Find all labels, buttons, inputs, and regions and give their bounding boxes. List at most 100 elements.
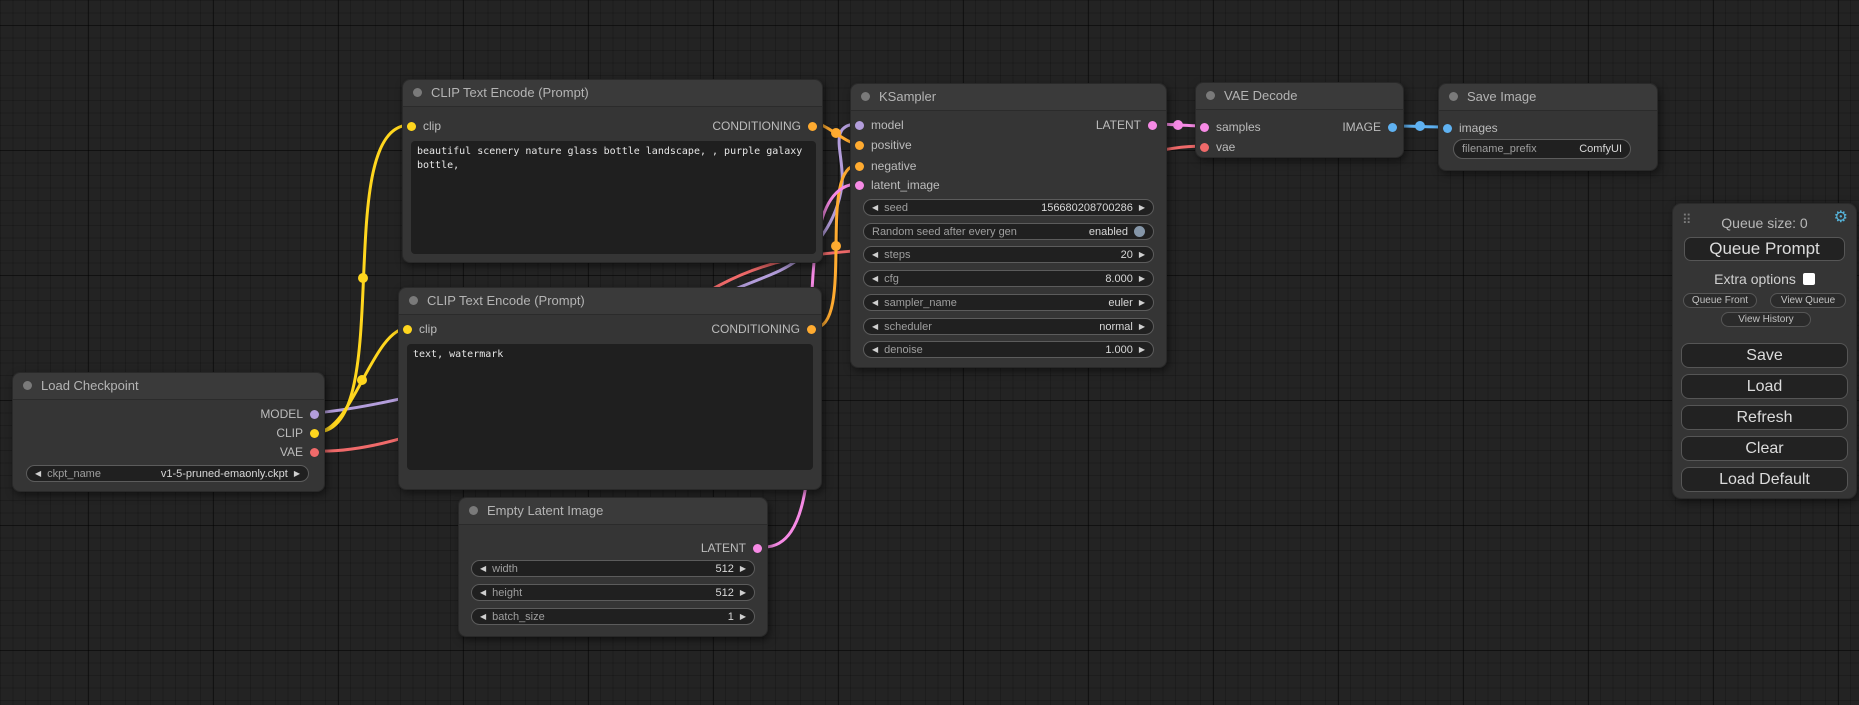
- collapse-dot-icon[interactable]: [1206, 91, 1215, 100]
- load-default-button[interactable]: Load Default: [1681, 467, 1848, 492]
- output-port-vae[interactable]: [310, 448, 319, 457]
- node-title: Save Image: [1439, 84, 1657, 111]
- widget-scheduler[interactable]: ◀ scheduler normal ▶: [863, 318, 1154, 335]
- decrement-arrow-icon[interactable]: ◀: [872, 270, 878, 287]
- output-port-latent[interactable]: [1148, 121, 1157, 130]
- node-title: Empty Latent Image: [459, 498, 767, 525]
- decrement-arrow-icon[interactable]: ◀: [872, 199, 878, 216]
- output-port-conditioning[interactable]: [808, 122, 817, 131]
- refresh-button[interactable]: Refresh: [1681, 405, 1848, 430]
- increment-arrow-icon[interactable]: ▶: [1139, 318, 1145, 335]
- input-port-images[interactable]: [1443, 124, 1452, 133]
- decrement-arrow-icon[interactable]: ◀: [872, 246, 878, 263]
- increment-arrow-icon[interactable]: ▶: [1139, 341, 1145, 358]
- input-port-vae[interactable]: [1200, 143, 1209, 152]
- port-label: LATENT: [701, 541, 746, 555]
- widget-value: v1-5-pruned-emaonly.ckpt: [161, 468, 288, 480]
- widget-sampler-name[interactable]: ◀ sampler_name euler ▶: [863, 294, 1154, 311]
- save-button[interactable]: Save: [1681, 343, 1848, 368]
- input-port-positive[interactable]: [855, 141, 864, 150]
- widget-height[interactable]: ◀ height 512 ▶: [471, 584, 755, 601]
- increment-arrow-icon[interactable]: ▶: [740, 608, 746, 625]
- widget-ckpt-name[interactable]: ◀ ckpt_name v1-5-pruned-emaonly.ckpt ▶: [26, 465, 309, 482]
- decrement-arrow-icon[interactable]: ◀: [480, 608, 486, 625]
- collapse-dot-icon[interactable]: [469, 506, 478, 515]
- output-port-conditioning[interactable]: [807, 325, 816, 334]
- node-empty-latent-image[interactable]: Empty Latent Image LATENT ◀ width 512 ▶ …: [458, 497, 768, 637]
- collapse-dot-icon[interactable]: [23, 381, 32, 390]
- queue-prompt-button[interactable]: Queue Prompt: [1684, 237, 1845, 261]
- extra-options-checkbox[interactable]: [1803, 273, 1815, 285]
- decrement-arrow-icon[interactable]: ◀: [872, 341, 878, 358]
- decrement-arrow-icon[interactable]: ◀: [872, 294, 878, 311]
- port-label: images: [1459, 121, 1498, 135]
- queue-front-button[interactable]: Queue Front: [1683, 293, 1757, 308]
- widget-seed[interactable]: ◀ seed 156680208700286 ▶: [863, 199, 1154, 216]
- widget-cfg[interactable]: ◀ cfg 8.000 ▶: [863, 270, 1154, 287]
- increment-arrow-icon[interactable]: ▶: [1139, 199, 1145, 216]
- view-history-button[interactable]: View History: [1721, 312, 1811, 327]
- decrement-arrow-icon[interactable]: ◀: [480, 584, 486, 601]
- decrement-arrow-icon[interactable]: ◀: [872, 318, 878, 335]
- clear-button[interactable]: Clear: [1681, 436, 1848, 461]
- increment-arrow-icon[interactable]: ▶: [740, 584, 746, 601]
- node-title: CLIP Text Encode (Prompt): [399, 288, 821, 315]
- queue-panel: ⠿ Queue size: 0 ⚙ Queue Prompt Extra opt…: [1672, 203, 1857, 499]
- node-clip-text-encode-negative[interactable]: CLIP Text Encode (Prompt) clip CONDITION…: [398, 287, 822, 490]
- port-label: latent_image: [871, 178, 940, 192]
- node-clip-text-encode-positive[interactable]: CLIP Text Encode (Prompt) clip CONDITION…: [402, 79, 823, 263]
- port-label: clip: [423, 119, 441, 133]
- output-port-model[interactable]: [310, 410, 319, 419]
- increment-arrow-icon[interactable]: ▶: [1139, 294, 1145, 311]
- input-port-model[interactable]: [855, 121, 864, 130]
- widget-batch-size[interactable]: ◀ batch_size 1 ▶: [471, 608, 755, 625]
- increment-arrow-icon[interactable]: ▶: [740, 560, 746, 577]
- increment-arrow-icon[interactable]: ▶: [1139, 246, 1145, 263]
- port-label: clip: [419, 322, 437, 336]
- node-ksampler[interactable]: KSampler model positive negative latent_…: [850, 83, 1167, 368]
- node-save-image[interactable]: Save Image images filename_prefix ComfyU…: [1438, 83, 1658, 171]
- output-port-clip[interactable]: [310, 429, 319, 438]
- collapse-dot-icon[interactable]: [861, 92, 870, 101]
- decrement-arrow-icon[interactable]: ◀: [480, 560, 486, 577]
- widget-label: steps: [884, 249, 910, 261]
- increment-arrow-icon[interactable]: ▶: [294, 465, 300, 482]
- prompt-text-input[interactable]: beautiful scenery nature glass bottle la…: [411, 141, 816, 254]
- widget-denoise[interactable]: ◀ denoise 1.000 ▶: [863, 341, 1154, 358]
- port-label: CONDITIONING: [712, 119, 801, 133]
- widget-label: scheduler: [884, 321, 932, 333]
- input-port-negative[interactable]: [855, 162, 864, 171]
- node-title: VAE Decode: [1196, 83, 1403, 110]
- collapse-dot-icon[interactable]: [1449, 92, 1458, 101]
- link-midpoint-dot: [831, 241, 841, 251]
- node-load-checkpoint[interactable]: Load Checkpoint MODEL CLIP VAE ◀ ckpt_na…: [12, 372, 325, 492]
- widget-label: batch_size: [492, 611, 545, 623]
- increment-arrow-icon[interactable]: ▶: [1139, 270, 1145, 287]
- input-port-samples[interactable]: [1200, 123, 1209, 132]
- port-label: LATENT: [1096, 118, 1141, 132]
- link-midpoint-dot: [1173, 120, 1183, 130]
- load-button[interactable]: Load: [1681, 374, 1848, 399]
- decrement-arrow-icon[interactable]: ◀: [35, 465, 41, 482]
- widget-random-seed-toggle[interactable]: Random seed after every gen enabled: [863, 223, 1154, 240]
- prompt-text-input[interactable]: text, watermark: [407, 344, 813, 470]
- collapse-dot-icon[interactable]: [409, 296, 418, 305]
- widget-value: 512: [715, 587, 733, 599]
- collapse-dot-icon[interactable]: [413, 88, 422, 97]
- node-vae-decode[interactable]: VAE Decode samples vae IMAGE: [1195, 82, 1404, 158]
- widget-filename-prefix[interactable]: filename_prefix ComfyUI: [1453, 139, 1631, 159]
- widget-label: cfg: [884, 273, 899, 285]
- settings-gear-icon[interactable]: ⚙: [1834, 210, 1848, 226]
- input-port-clip[interactable]: [407, 122, 416, 131]
- output-port-latent[interactable]: [753, 544, 762, 553]
- toggle-icon[interactable]: [1134, 226, 1145, 237]
- input-port-clip[interactable]: [403, 325, 412, 334]
- view-queue-button[interactable]: View Queue: [1770, 293, 1846, 308]
- port-label: model: [871, 118, 904, 132]
- node-graph-canvas[interactable]: Load Checkpoint MODEL CLIP VAE ◀ ckpt_na…: [0, 0, 1859, 705]
- widget-steps[interactable]: ◀ steps 20 ▶: [863, 246, 1154, 263]
- output-port-image[interactable]: [1388, 123, 1397, 132]
- widget-width[interactable]: ◀ width 512 ▶: [471, 560, 755, 577]
- input-port-latent-image[interactable]: [855, 181, 864, 190]
- port-label: negative: [871, 159, 916, 173]
